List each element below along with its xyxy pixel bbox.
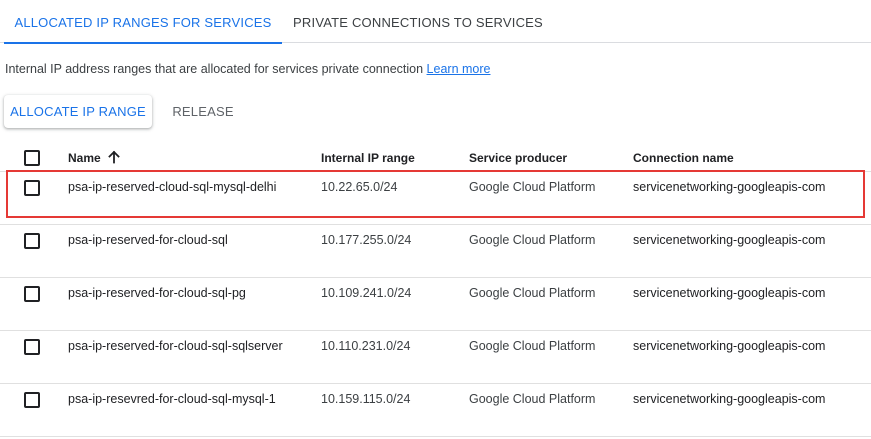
row-connection-name: servicenetworking-googleapis-com bbox=[633, 339, 826, 353]
row-checkbox[interactable] bbox=[24, 286, 40, 302]
row-connection-name: servicenetworking-googleapis-com bbox=[633, 286, 826, 300]
ip-ranges-table: Name Internal IP range Service producer … bbox=[0, 142, 871, 437]
row-name: psa-ip-resevred-for-cloud-sql-mysql-1 bbox=[68, 392, 276, 406]
row-name: psa-ip-reserved-for-cloud-sql-pg bbox=[68, 286, 246, 300]
column-header-name-label: Name bbox=[68, 151, 101, 165]
row-checkbox[interactable] bbox=[24, 392, 40, 408]
column-header-connection-name: Connection name bbox=[633, 151, 734, 165]
page-description: Internal IP address ranges that are allo… bbox=[5, 62, 490, 76]
table-row: psa-ip-resevred-for-cloud-sql-mysql-1 10… bbox=[0, 384, 871, 437]
allocate-ip-range-button[interactable]: ALLOCATE IP RANGE bbox=[4, 95, 152, 128]
row-service-producer: Google Cloud Platform bbox=[469, 286, 596, 300]
description-text: Internal IP address ranges that are allo… bbox=[5, 62, 424, 76]
select-all-checkbox[interactable] bbox=[24, 150, 40, 166]
table-row: psa-ip-reserved-for-cloud-sql-pg 10.109.… bbox=[0, 278, 871, 331]
row-name: psa-ip-reserved-for-cloud-sql bbox=[68, 233, 228, 247]
row-name: psa-ip-reserved-for-cloud-sql-sqlserver bbox=[68, 339, 283, 353]
arrow-up-icon[interactable] bbox=[107, 150, 121, 164]
table-row: psa-ip-reserved-for-cloud-sql 10.177.255… bbox=[0, 225, 871, 278]
column-header-ip-range: Internal IP range bbox=[321, 151, 415, 165]
row-ip-range: 10.177.255.0/24 bbox=[321, 233, 412, 247]
row-service-producer: Google Cloud Platform bbox=[469, 392, 596, 406]
learn-more-link[interactable]: Learn more bbox=[427, 62, 491, 76]
row-checkbox[interactable] bbox=[24, 339, 40, 355]
row-service-producer: Google Cloud Platform bbox=[469, 180, 596, 194]
column-header-name[interactable]: Name bbox=[68, 150, 121, 165]
tab-private-connections[interactable]: PRIVATE CONNECTIONS TO SERVICES bbox=[282, 0, 554, 43]
row-ip-range: 10.22.65.0/24 bbox=[321, 180, 398, 194]
row-connection-name: servicenetworking-googleapis-com bbox=[633, 233, 826, 247]
tab-bar: ALLOCATED IP RANGES FOR SERVICES PRIVATE… bbox=[0, 0, 871, 44]
row-ip-range: 10.109.241.0/24 bbox=[321, 286, 412, 300]
row-service-producer: Google Cloud Platform bbox=[469, 339, 596, 353]
row-checkbox[interactable] bbox=[24, 233, 40, 249]
allocated-ip-ranges-page: ALLOCATED IP RANGES FOR SERVICES PRIVATE… bbox=[0, 0, 871, 439]
row-connection-name: servicenetworking-googleapis-com bbox=[633, 180, 826, 194]
tab-allocated-ip-ranges[interactable]: ALLOCATED IP RANGES FOR SERVICES bbox=[4, 0, 282, 44]
row-ip-range: 10.110.231.0/24 bbox=[321, 339, 411, 353]
release-button[interactable]: RELEASE bbox=[160, 95, 246, 128]
table-header-row: Name Internal IP range Service producer … bbox=[0, 142, 871, 172]
row-checkbox[interactable] bbox=[24, 180, 40, 196]
column-header-service-producer: Service producer bbox=[469, 151, 568, 165]
table-row: psa-ip-reserved-cloud-sql-mysql-delhi 10… bbox=[0, 172, 871, 225]
row-ip-range: 10.159.115.0/24 bbox=[321, 392, 411, 406]
table-row: psa-ip-reserved-for-cloud-sql-sqlserver … bbox=[0, 331, 871, 384]
row-service-producer: Google Cloud Platform bbox=[469, 233, 596, 247]
row-name: psa-ip-reserved-cloud-sql-mysql-delhi bbox=[68, 180, 277, 194]
row-connection-name: servicenetworking-googleapis-com bbox=[633, 392, 826, 406]
